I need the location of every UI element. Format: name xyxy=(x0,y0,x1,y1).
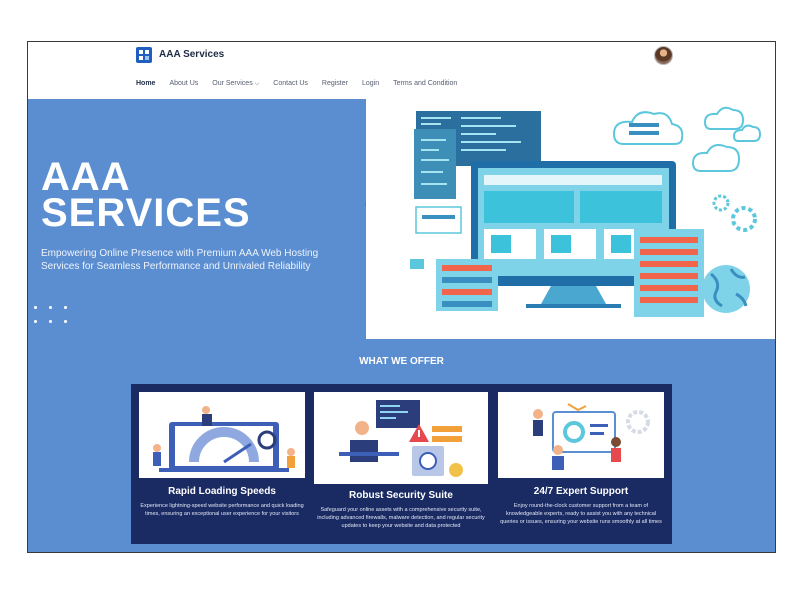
support-illustration-icon xyxy=(498,392,664,478)
nav-terms[interactable]: Terms and Condition xyxy=(393,80,457,88)
card-desc-speed: Experience lightning-speed website perfo… xyxy=(140,503,304,517)
offer-title: WHAT WE OFFER xyxy=(359,356,444,367)
chevron-down-icon: ⌵ xyxy=(254,81,260,87)
hero-banner: AAA SERVICES Empowering Online Presence … xyxy=(28,99,366,339)
hero-title-line2: SERVICES xyxy=(41,191,251,235)
nav-about-us[interactable]: About Us xyxy=(169,80,198,88)
brand-name[interactable]: AAA Services xyxy=(159,49,224,60)
nav-login[interactable]: Login xyxy=(362,80,379,88)
site-header: AAA Services Home About Us Our Services ⌵… xyxy=(28,42,775,100)
card-desc-support: Enjoy round-the-clock customer support f… xyxy=(500,503,662,525)
main-nav: Home About Us Our Services ⌵ Contact Us R… xyxy=(136,80,471,88)
nav-our-services[interactable]: Our Services ⌵ xyxy=(212,80,259,88)
web-hosting-illustration-icon xyxy=(410,106,762,317)
card-title-support: 24/7 Expert Support xyxy=(533,486,629,497)
browser-frame: AAA Services Home About Us Our Services ⌵… xyxy=(27,41,776,553)
hero-illustration xyxy=(366,99,775,339)
offer-cards: Rapid Loading Speeds Experience lightnin… xyxy=(131,384,672,544)
avatar[interactable] xyxy=(654,46,673,65)
card-desc-security: Safeguard your online assets with a comp… xyxy=(317,507,485,529)
card-title-security: Robust Security Suite xyxy=(349,490,453,501)
nav-register[interactable]: Register xyxy=(322,80,348,88)
nav-contact-us[interactable]: Contact Us xyxy=(273,80,308,88)
nav-home[interactable]: Home xyxy=(136,80,155,88)
hero-title: AAA SERVICES xyxy=(41,155,251,235)
card-title-speed: Rapid Loading Speeds xyxy=(168,486,276,497)
hero-title-line1: AAA xyxy=(41,155,131,199)
security-illustration-icon xyxy=(314,392,488,484)
speed-illustration-icon xyxy=(139,392,305,478)
hero-subtitle: Empowering Online Presence with Premium … xyxy=(41,248,319,272)
offer-section: WHAT WE OFFER Rapid Loading Speeds Exper… xyxy=(28,339,775,552)
nav-our-services-label: Our Services xyxy=(212,80,253,87)
brand-logo-icon[interactable] xyxy=(136,47,152,63)
hero-section: AAA SERVICES Empowering Online Presence … xyxy=(28,99,775,339)
